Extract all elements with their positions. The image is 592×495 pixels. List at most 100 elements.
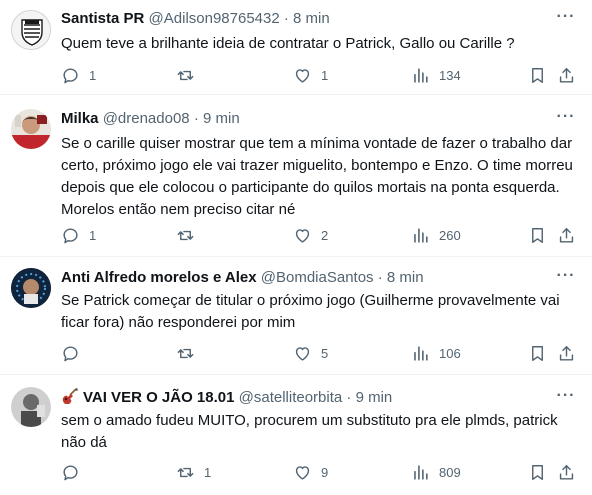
- retweet-icon: [176, 463, 195, 482]
- author-handle[interactable]: @satelliteorbita: [239, 389, 343, 406]
- separator: ·: [193, 110, 199, 127]
- share-icon: [557, 344, 576, 363]
- tweet[interactable]: Anti Alfredo morelos e Alex @BomdiaSanto…: [0, 257, 592, 375]
- like-button[interactable]: 5: [293, 343, 328, 363]
- retweet-button[interactable]: [176, 225, 195, 245]
- tweet-header: VAI VER O JÃO 18.01 @satelliteorbita · 9…: [61, 388, 552, 408]
- tweet-header: Anti Alfredo morelos e Alex @BomdiaSanto…: [61, 268, 552, 288]
- avatar[interactable]: [11, 10, 51, 50]
- retweet-icon: [176, 344, 195, 363]
- like-count: 9: [321, 464, 329, 480]
- santos-crest-avatar: [12, 11, 50, 49]
- retweet-icon: [176, 226, 195, 245]
- like-button[interactable]: 9: [293, 462, 328, 482]
- tweet-text: Quem teve a brilhante ideia de contratar…: [61, 35, 515, 52]
- guitar-emoji: [62, 388, 78, 404]
- author-name[interactable]: Anti Alfredo morelos e Alex: [61, 269, 257, 286]
- like-icon: [293, 344, 312, 363]
- timestamp[interactable]: 9 min: [356, 389, 393, 406]
- bookmark-icon: [528, 66, 547, 85]
- avatar[interactable]: [11, 387, 51, 427]
- like-count: 5: [321, 345, 329, 361]
- more-horizontal-icon[interactable]: ···: [556, 268, 576, 289]
- reply-icon: [61, 226, 80, 245]
- share-button[interactable]: [557, 462, 576, 482]
- retweet-button[interactable]: 1: [176, 462, 211, 482]
- like-button[interactable]: 1: [293, 65, 328, 85]
- bookmark-icon: [528, 344, 547, 363]
- like-button[interactable]: 2: [293, 225, 328, 245]
- retweet-count: 1: [204, 464, 212, 480]
- author-handle[interactable]: @drenado08: [103, 110, 190, 127]
- like-icon: [293, 226, 312, 245]
- user-photo-avatar: [11, 387, 51, 427]
- views-icon: [411, 344, 430, 363]
- like-icon: [293, 463, 312, 482]
- bookmark-button[interactable]: [528, 225, 547, 245]
- tweet[interactable]: Santista PR @Adilson98765432 · 8 min ···…: [0, 0, 592, 95]
- avatar[interactable]: [11, 109, 51, 149]
- bookmark-button[interactable]: [528, 65, 547, 85]
- views-button[interactable]: 106: [411, 343, 461, 363]
- reply-icon: [61, 66, 80, 85]
- action-bar: 1 9 809: [61, 462, 578, 482]
- bookmark-button[interactable]: [528, 343, 547, 363]
- more-horizontal-icon[interactable]: ···: [556, 109, 576, 130]
- tweet-text: sem o amado fudeu MUITO, procurem um sub…: [61, 412, 558, 451]
- author-name[interactable]: Santista PR: [61, 10, 144, 27]
- timestamp[interactable]: 8 min: [293, 10, 330, 27]
- tweet[interactable]: Milka @drenado08 · 9 min ··· Se o carill…: [0, 95, 592, 257]
- tweet[interactable]: VAI VER O JÃO 18.01 @satelliteorbita · 9…: [0, 375, 592, 495]
- more-horizontal-icon[interactable]: ···: [556, 388, 576, 409]
- view-count: 809: [439, 464, 461, 480]
- reply-button[interactable]: 1: [61, 65, 96, 85]
- bookmark-icon: [528, 226, 547, 245]
- view-count: 260: [439, 227, 461, 243]
- retweet-button[interactable]: [176, 65, 195, 85]
- views-icon: [411, 66, 430, 85]
- timestamp[interactable]: 8 min: [387, 269, 424, 286]
- bookmark-button[interactable]: [528, 462, 547, 482]
- timestamp[interactable]: 9 min: [203, 110, 240, 127]
- retweet-button[interactable]: [176, 343, 195, 363]
- avatar[interactable]: [11, 268, 51, 308]
- view-count: 106: [439, 345, 461, 361]
- views-button[interactable]: 809: [411, 462, 461, 482]
- retweet-icon: [176, 66, 195, 85]
- reply-count: 1: [89, 67, 97, 83]
- reply-count: 1: [89, 227, 97, 243]
- share-icon: [557, 66, 576, 85]
- separator: ·: [283, 10, 289, 27]
- reply-button[interactable]: [61, 462, 80, 482]
- action-bar: 1 1 134: [61, 65, 578, 85]
- like-count: 1: [321, 67, 329, 83]
- reply-icon: [61, 344, 80, 363]
- author-handle[interactable]: @Adilson98765432: [149, 10, 280, 27]
- views-icon: [411, 463, 430, 482]
- tweet-header: Santista PR @Adilson98765432 · 8 min: [61, 9, 552, 29]
- separator: ·: [346, 389, 352, 406]
- user-photo-avatar: [11, 268, 51, 308]
- reply-button[interactable]: [61, 343, 80, 363]
- share-button[interactable]: [557, 65, 576, 85]
- views-button[interactable]: 134: [411, 65, 461, 85]
- share-icon: [557, 226, 576, 245]
- share-button[interactable]: [557, 225, 576, 245]
- more-horizontal-icon[interactable]: ···: [556, 9, 576, 30]
- action-bar: 1 2 260: [61, 225, 578, 245]
- share-icon: [557, 463, 576, 482]
- like-count: 2: [321, 227, 329, 243]
- author-name[interactable]: Milka: [61, 110, 99, 127]
- author-handle[interactable]: @BomdiaSantos: [261, 269, 374, 286]
- reply-button[interactable]: 1: [61, 225, 96, 245]
- tweet-text: Se o carille quiser mostrar que tem a mí…: [61, 135, 573, 218]
- separator: ·: [377, 269, 383, 286]
- views-button[interactable]: 260: [411, 225, 461, 245]
- view-count: 134: [439, 67, 461, 83]
- user-photo-avatar: [11, 109, 51, 149]
- author-name[interactable]: VAI VER O JÃO 18.01: [83, 389, 234, 406]
- timeline-feed: Santista PR @Adilson98765432 · 8 min ···…: [0, 0, 592, 495]
- tweet-text: Se Patrick começar de titular o próximo …: [61, 292, 560, 331]
- tweet-header: Milka @drenado08 · 9 min: [61, 109, 552, 129]
- share-button[interactable]: [557, 343, 576, 363]
